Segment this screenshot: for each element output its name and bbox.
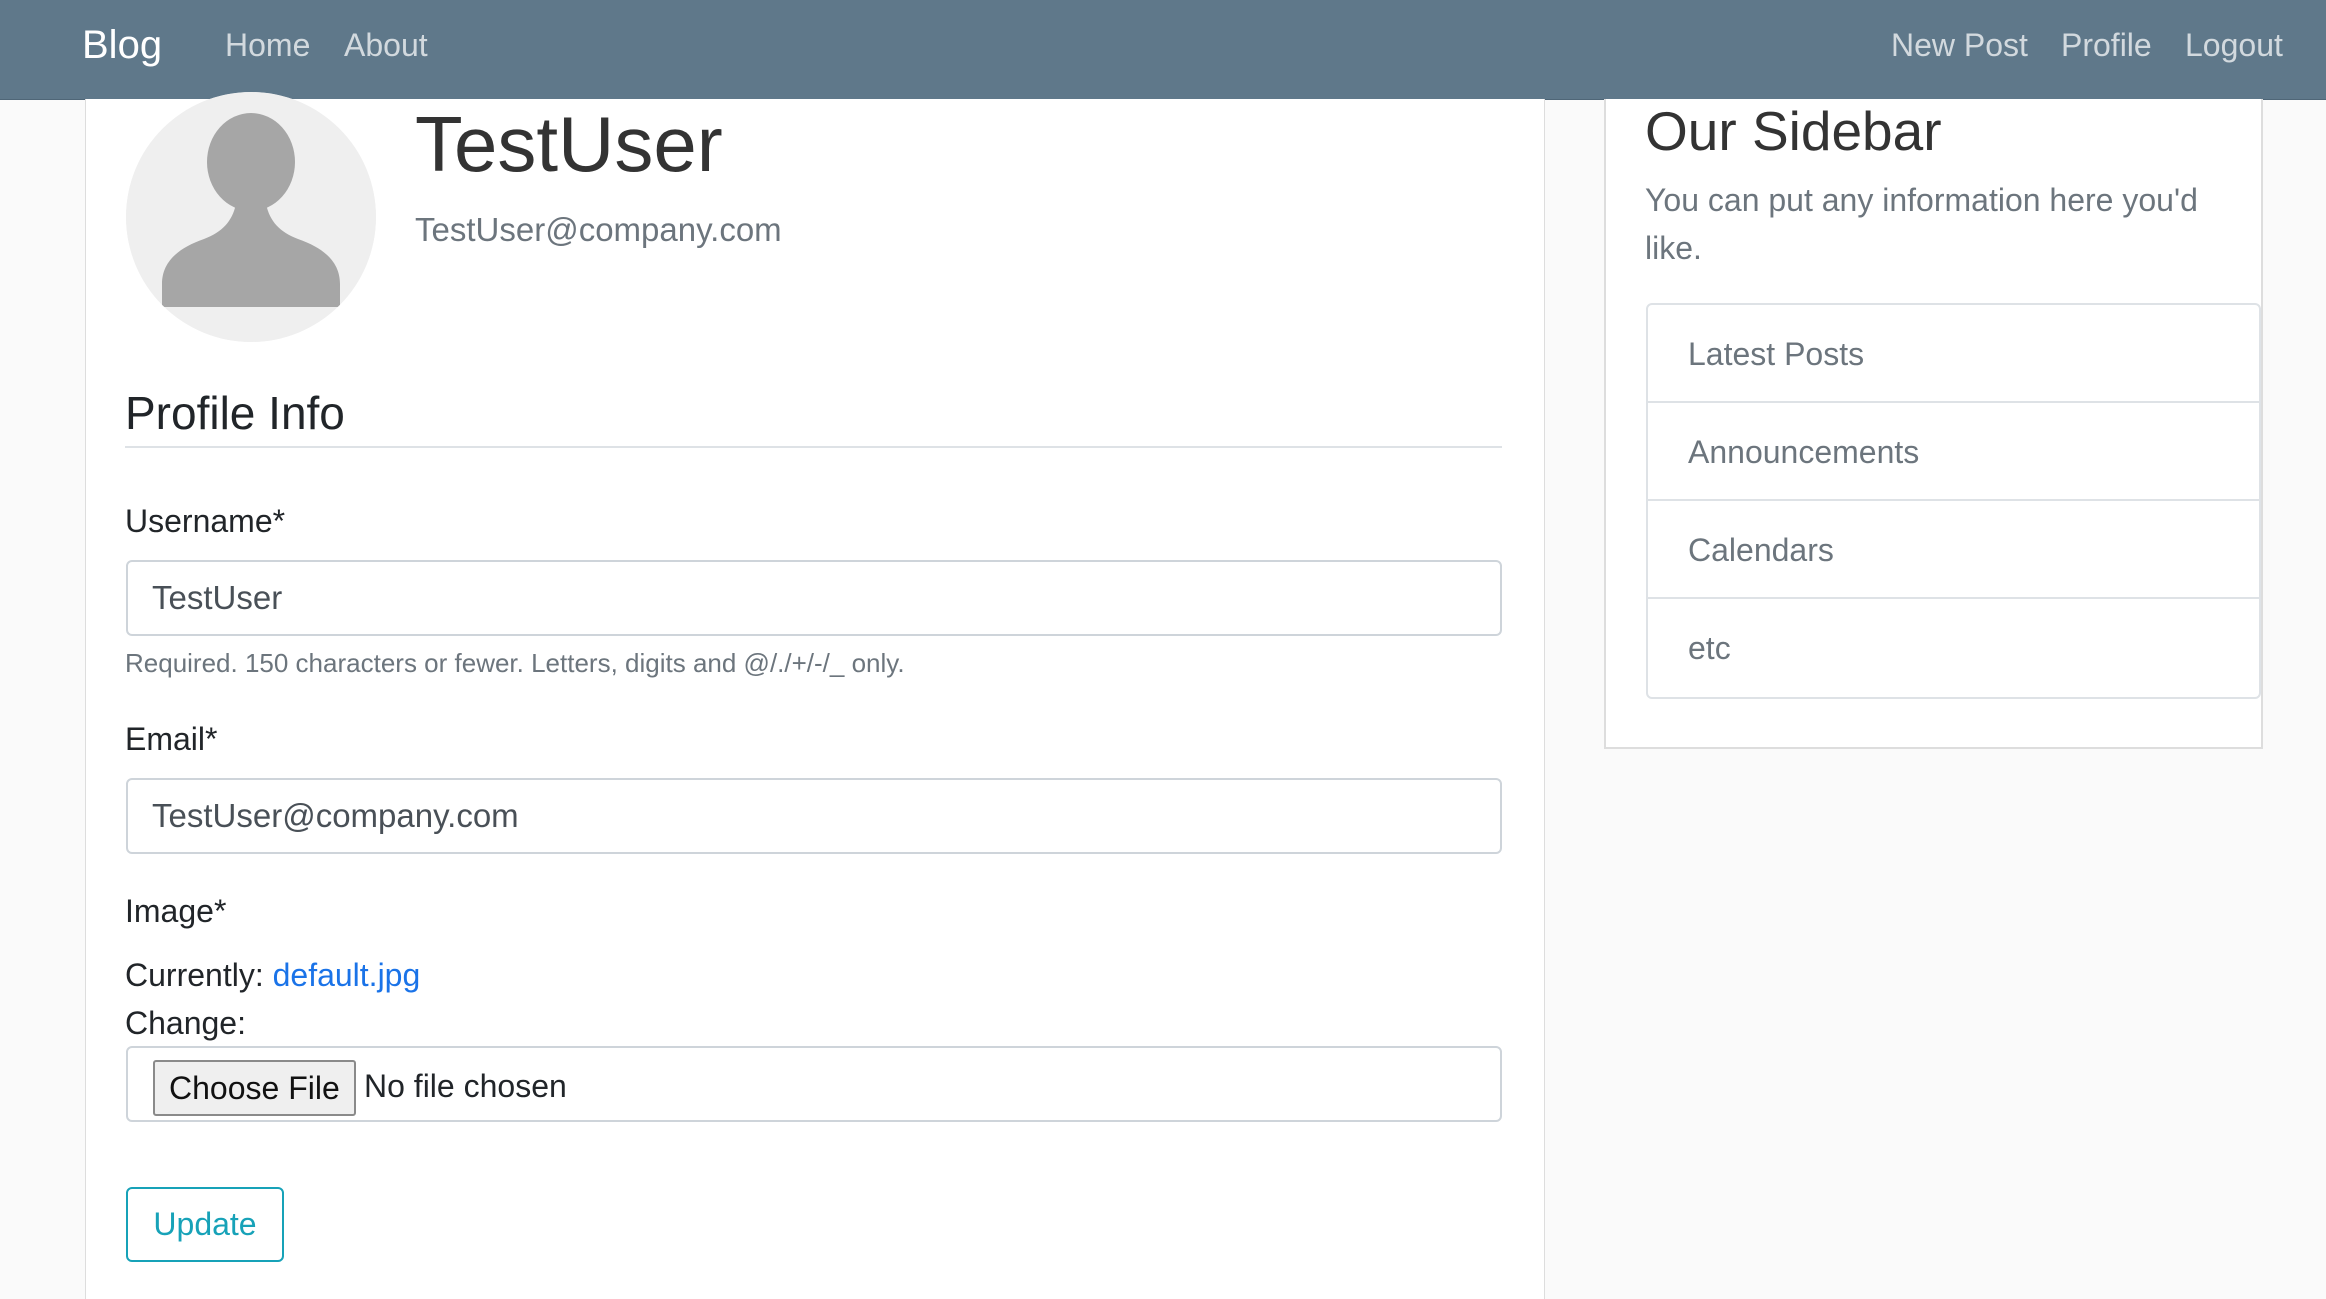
sidebar-item-announcements[interactable]: Announcements	[1648, 403, 2259, 501]
sidebar-title: Our Sidebar	[1645, 100, 1942, 162]
nav-new-post-link[interactable]: New Post	[1891, 24, 2028, 66]
email-label: Email*	[125, 721, 218, 757]
sidebar-item-latest-posts[interactable]: Latest Posts	[1648, 305, 2259, 403]
sidebar-item-calendars[interactable]: Calendars	[1648, 501, 2259, 599]
nav-about-link[interactable]: About	[344, 24, 428, 66]
image-file-input[interactable]: Choose File No file chosen	[126, 1046, 1502, 1122]
image-label: Image*	[125, 893, 227, 929]
email-input[interactable]	[126, 778, 1502, 854]
current-image-row: Currently: default.jpg	[125, 955, 420, 995]
update-button[interactable]: Update	[126, 1187, 284, 1262]
section-divider	[125, 446, 1502, 448]
sidebar-list: Latest Posts Announcements Calendars etc	[1646, 303, 2261, 699]
profile-info-heading: Profile Info	[125, 387, 345, 439]
user-silhouette-icon	[126, 92, 376, 342]
change-label: Change:	[125, 1005, 246, 1041]
account-username-heading: TestUser	[415, 100, 723, 188]
username-input[interactable]	[126, 560, 1502, 636]
choose-file-button[interactable]: Choose File	[153, 1060, 356, 1116]
no-file-chosen-text: No file chosen	[364, 1068, 567, 1104]
current-image-link[interactable]: default.jpg	[273, 957, 421, 993]
sidebar-item-etc[interactable]: etc	[1648, 599, 2259, 697]
currently-label: Currently:	[125, 957, 264, 993]
nav-profile-link[interactable]: Profile	[2061, 24, 2152, 66]
nav-logout-link[interactable]: Logout	[2185, 24, 2283, 66]
username-label: Username*	[125, 503, 286, 539]
sidebar-description: You can put any information here you'd l…	[1645, 182, 2198, 266]
account-email-text: TestUser@company.com	[415, 211, 782, 248]
top-navbar: Blog Home About New Post Profile Logout	[0, 0, 2326, 100]
brand-link[interactable]: Blog	[82, 20, 162, 70]
username-help-text: Required. 150 characters or fewer. Lette…	[125, 648, 905, 678]
nav-home-link[interactable]: Home	[225, 24, 310, 66]
